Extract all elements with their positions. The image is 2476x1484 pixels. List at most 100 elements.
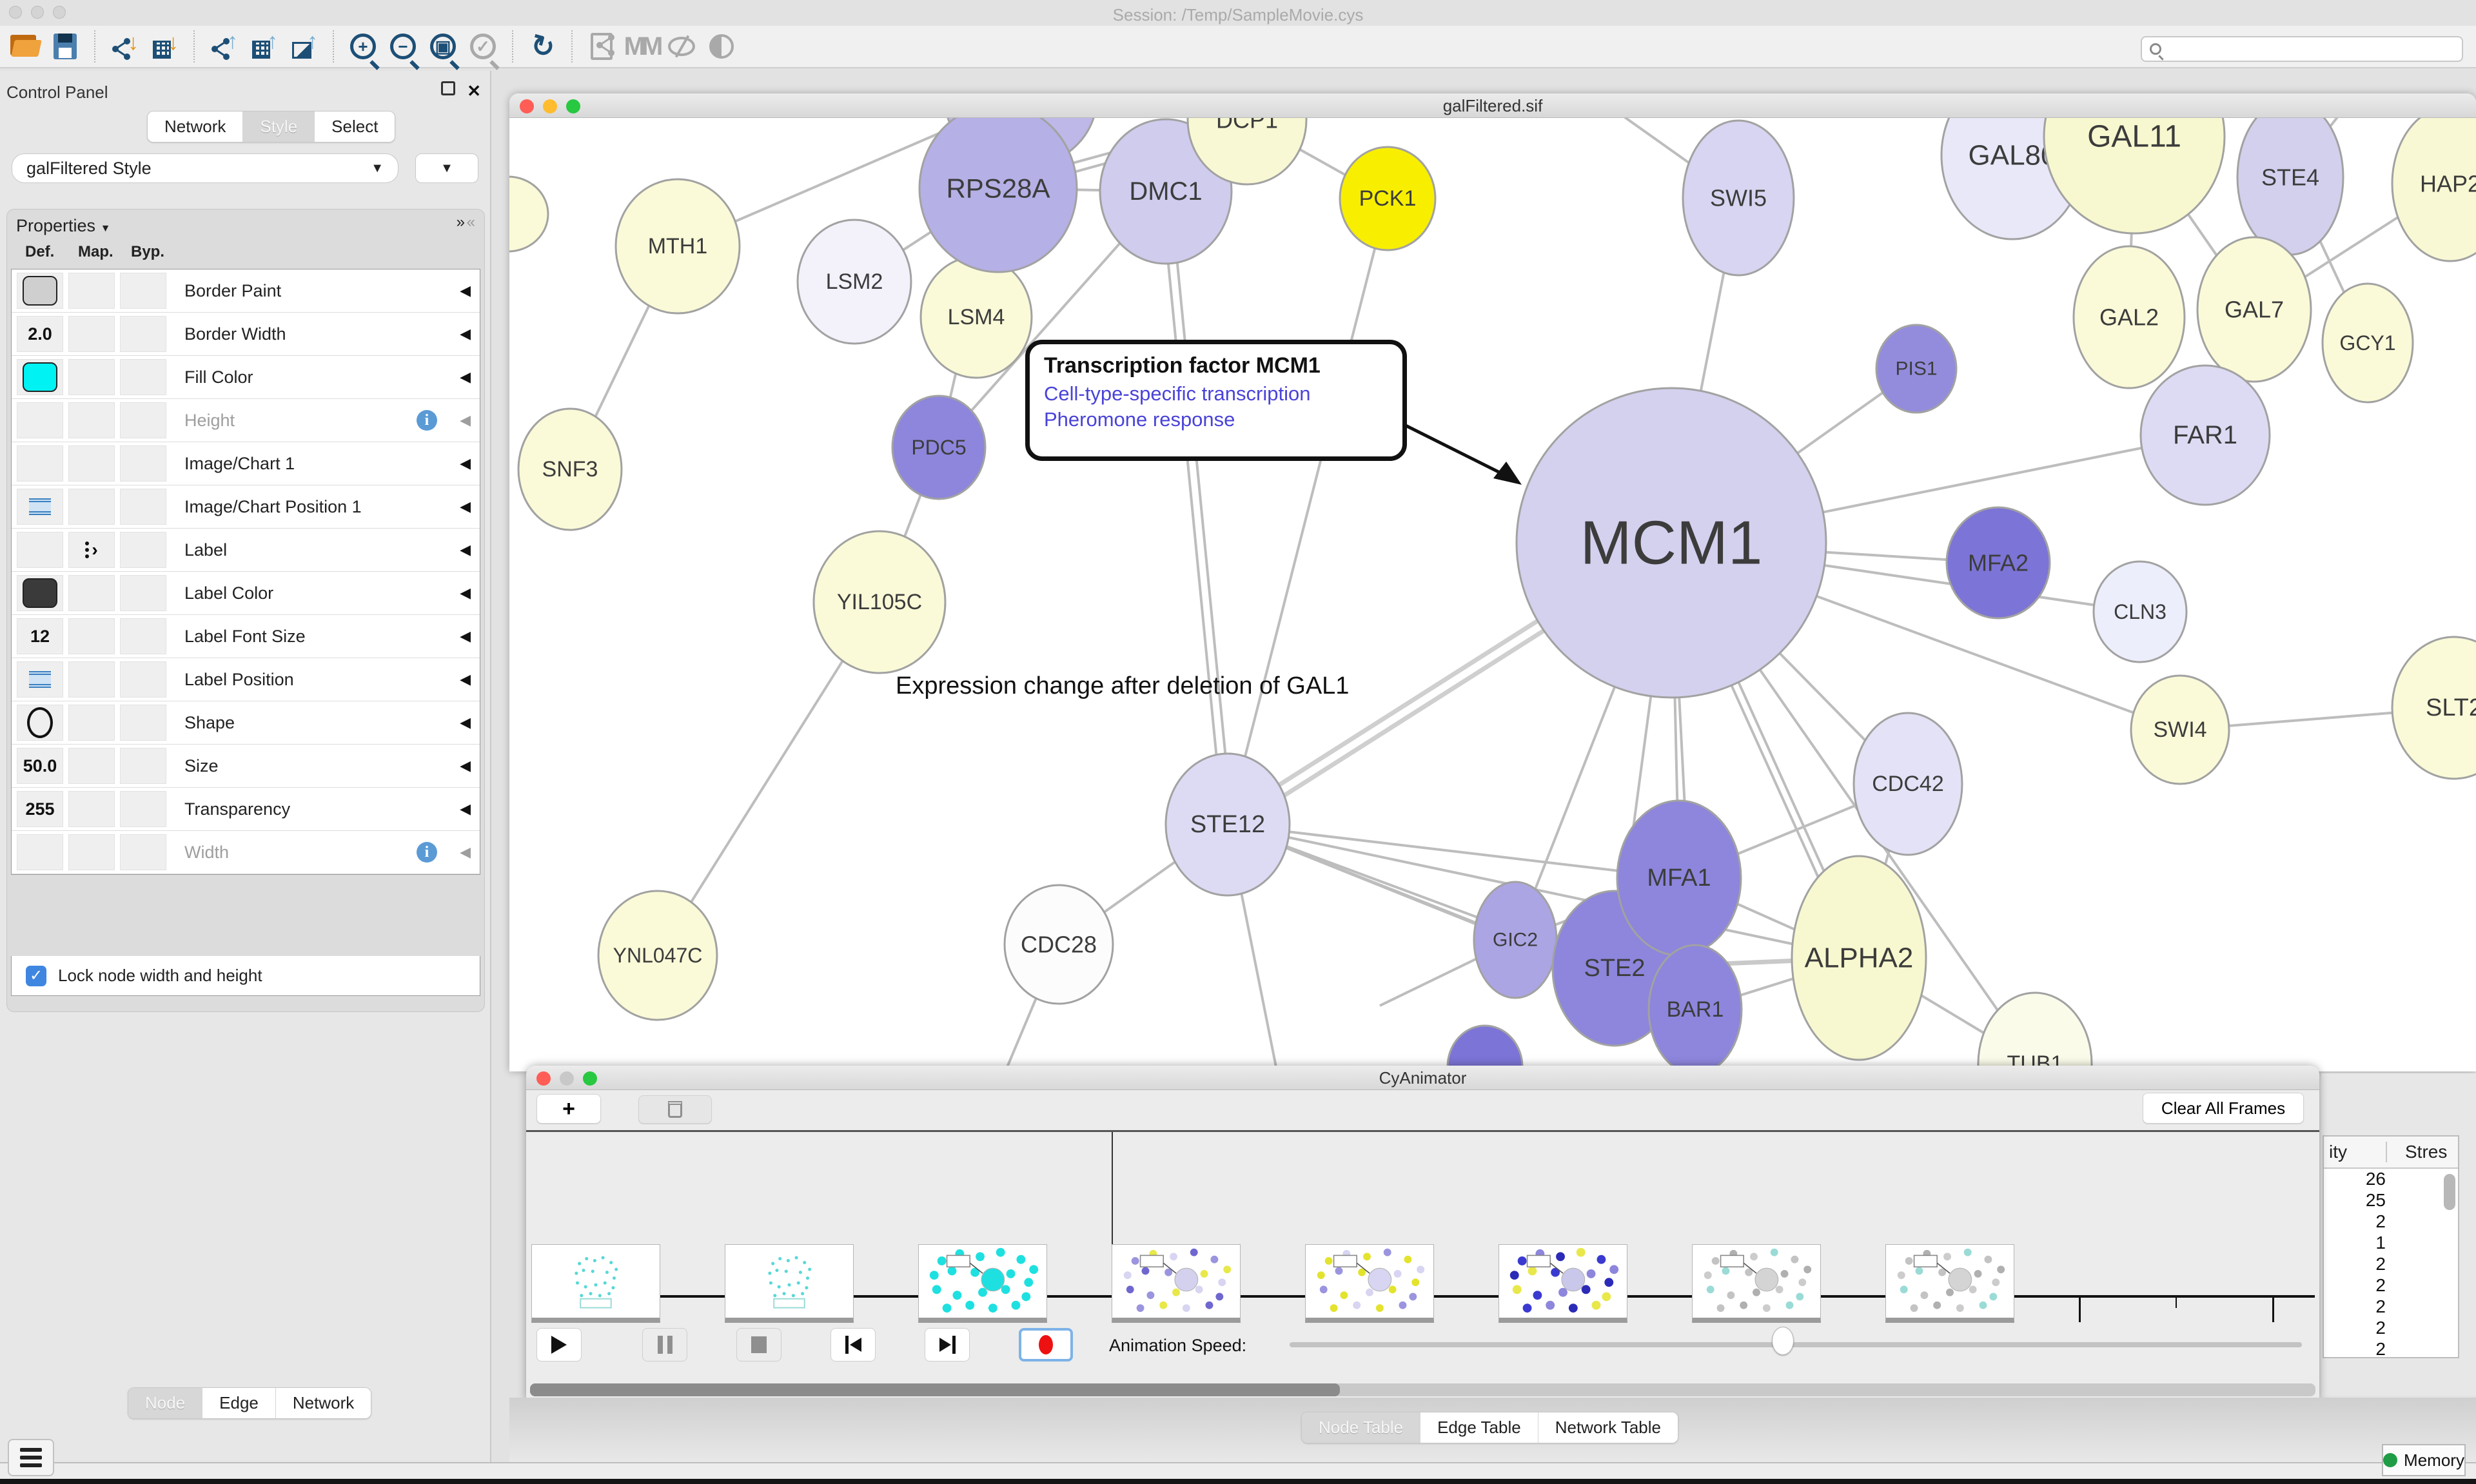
- expand-arrow-icon[interactable]: ◀: [460, 412, 471, 429]
- mapping-cell[interactable]: [68, 445, 115, 482]
- table-cell[interactable]: 1: [2324, 1233, 2386, 1254]
- default-value-cell[interactable]: [17, 575, 63, 611]
- table-cell[interactable]: 26: [2324, 1169, 2386, 1190]
- expand-arrow-icon[interactable]: ◀: [460, 714, 471, 731]
- expand-arrow-icon[interactable]: ◀: [460, 542, 471, 558]
- default-value-cell[interactable]: [17, 402, 63, 438]
- close-panel-icon[interactable]: ✕: [467, 81, 481, 101]
- default-value-cell[interactable]: 255: [17, 791, 63, 827]
- tab-style[interactable]: Style: [243, 112, 315, 142]
- animation-speed-slider[interactable]: [1290, 1342, 2302, 1347]
- export-image-icon[interactable]: ↑: [285, 28, 322, 64]
- mapping-cell[interactable]: [68, 661, 115, 698]
- expand-arrow-icon[interactable]: ◀: [460, 498, 471, 515]
- record-button[interactable]: [1019, 1328, 1073, 1362]
- play-button[interactable]: [536, 1328, 582, 1362]
- default-value-cell[interactable]: [17, 445, 63, 482]
- network-window-titlebar[interactable]: galFiltered.sif: [509, 93, 2476, 118]
- table-cell[interactable]: 2: [2324, 1211, 2386, 1233]
- mapping-cell[interactable]: [68, 359, 115, 395]
- property-row-size[interactable]: 50.0Size◀: [12, 745, 480, 788]
- collapse-all-icon[interactable]: «: [467, 213, 474, 231]
- animation-speed-thumb[interactable]: [1772, 1327, 1794, 1355]
- table-cell[interactable]: 2: [2324, 1339, 2386, 1360]
- add-frame-button[interactable]: +: [536, 1094, 601, 1124]
- table-cell[interactable]: 2: [2324, 1254, 2386, 1275]
- mapping-cell[interactable]: [68, 705, 115, 741]
- property-row-border-paint[interactable]: Border Paint◀: [12, 269, 480, 313]
- table-tab-edge-table[interactable]: Edge Table: [1420, 1412, 1538, 1443]
- default-value-cell[interactable]: [17, 834, 63, 870]
- bypass-cell[interactable]: [120, 705, 166, 741]
- close-icon[interactable]: [536, 1071, 551, 1086]
- default-value-cell[interactable]: 12: [17, 618, 63, 654]
- bypass-cell[interactable]: [120, 575, 166, 611]
- mapping-cell[interactable]: [68, 273, 115, 309]
- expand-all-icon[interactable]: »: [457, 213, 464, 231]
- expand-arrow-icon[interactable]: ◀: [460, 844, 471, 861]
- clear-all-frames-button[interactable]: Clear All Frames: [2143, 1093, 2304, 1124]
- property-row-transparency[interactable]: 255Transparency◀: [12, 788, 480, 831]
- style-tab-node[interactable]: Node: [128, 1388, 202, 1418]
- timeline-hscrollbar[interactable]: [530, 1383, 2315, 1396]
- style-tab-edge[interactable]: Edge: [202, 1388, 276, 1418]
- zoom-selected-icon[interactable]: ✓: [464, 28, 502, 64]
- zoom-fit-icon[interactable]: ▣: [424, 28, 462, 64]
- info-icon[interactable]: i: [417, 410, 437, 431]
- property-row-border-width[interactable]: 2.0Border Width◀: [12, 313, 480, 356]
- pause-button[interactable]: [642, 1328, 687, 1362]
- zoom-in-icon[interactable]: +: [344, 28, 382, 64]
- annotation-link-2[interactable]: Pheromone response: [1044, 408, 1388, 431]
- default-value-cell[interactable]: [17, 359, 63, 395]
- tab-network[interactable]: Network: [148, 112, 243, 142]
- style-options-button[interactable]: ▼: [415, 153, 478, 183]
- column-header-centrality[interactable]: ity: [2329, 1142, 2347, 1162]
- memory-button[interactable]: Memory: [2382, 1444, 2466, 1476]
- table-tab-network-table[interactable]: Network Table: [1538, 1412, 1678, 1443]
- default-value-cell[interactable]: 2.0: [17, 316, 63, 352]
- mapping-cell[interactable]: [68, 402, 115, 438]
- table-tab-node-table[interactable]: Node Table: [1302, 1412, 1420, 1443]
- import-network-icon[interactable]: ↓: [106, 28, 143, 64]
- mapping-cell[interactable]: [68, 748, 115, 784]
- expand-arrow-icon[interactable]: ◀: [460, 455, 471, 472]
- default-value-cell[interactable]: [17, 532, 63, 568]
- bypass-cell[interactable]: [120, 748, 166, 784]
- property-row-width[interactable]: Widthi◀: [12, 831, 480, 874]
- zoom-out-icon[interactable]: −: [384, 28, 422, 64]
- graph-node-partialblue[interactable]: [1448, 1026, 1522, 1071]
- table-cell[interactable]: 2: [2324, 1318, 2386, 1339]
- show-details-icon[interactable]: [703, 28, 740, 64]
- expand-arrow-icon[interactable]: ◀: [460, 326, 471, 342]
- tab-select[interactable]: Select: [315, 112, 395, 142]
- import-table-icon[interactable]: ↓: [146, 28, 183, 64]
- mapping-cell[interactable]: [68, 834, 115, 870]
- minimize-icon[interactable]: [543, 99, 557, 113]
- bypass-cell[interactable]: [120, 489, 166, 525]
- bypass-cell[interactable]: [120, 834, 166, 870]
- expand-arrow-icon[interactable]: ◀: [460, 585, 471, 601]
- mapping-cell[interactable]: [68, 618, 115, 654]
- lock-size-checkbox[interactable]: ✓: [26, 966, 46, 986]
- expand-arrow-icon[interactable]: ◀: [460, 757, 471, 774]
- expand-arrow-icon[interactable]: ◀: [460, 628, 471, 645]
- cyanimator-titlebar[interactable]: CyAnimator: [526, 1066, 2319, 1090]
- property-row-fill-color[interactable]: Fill Color◀: [12, 356, 480, 399]
- frame-thumbnail-5[interactable]: [1498, 1244, 1627, 1323]
- property-row-label[interactable]: ›Label◀: [12, 529, 480, 572]
- hide-details-icon[interactable]: [663, 28, 700, 64]
- export-table-icon[interactable]: ↑: [245, 28, 282, 64]
- expand-arrow-icon[interactable]: ◀: [460, 671, 471, 688]
- frame-thumbnail-4[interactable]: [1305, 1244, 1434, 1323]
- info-icon[interactable]: i: [417, 842, 437, 863]
- timeline-hscroll-thumb[interactable]: [530, 1383, 1340, 1396]
- style-tab-network[interactable]: Network: [276, 1388, 371, 1418]
- annotation-box[interactable]: Transcription factor MCM1 Cell-type-spec…: [1025, 340, 1407, 461]
- column-header-stress[interactable]: Stres: [2386, 1142, 2447, 1162]
- bypass-cell[interactable]: [120, 316, 166, 352]
- frame-thumbnail-2[interactable]: [918, 1244, 1047, 1323]
- binoculars-icon[interactable]: MM: [623, 28, 660, 64]
- bypass-cell[interactable]: [120, 532, 166, 568]
- search-field[interactable]: [2141, 36, 2463, 62]
- float-panel-icon[interactable]: [441, 81, 455, 95]
